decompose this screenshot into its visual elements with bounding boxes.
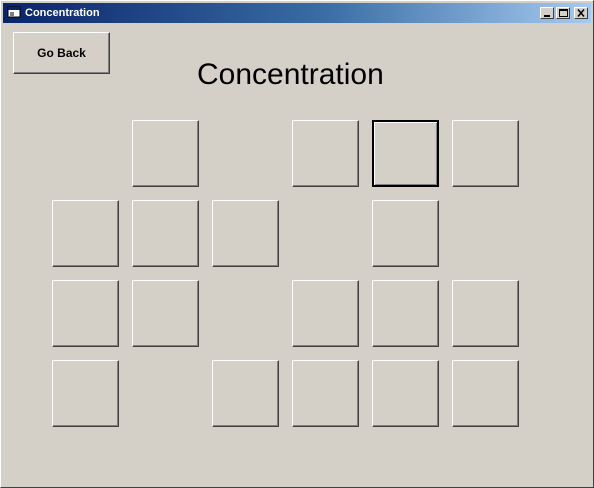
card-r3-c5[interactable] [372, 280, 439, 347]
card-r3-c2[interactable] [132, 280, 199, 347]
card-r3-c4[interactable] [292, 280, 359, 347]
card-r4-c6[interactable] [452, 360, 519, 427]
card-r4-c3[interactable] [212, 360, 279, 427]
card-r1-c2[interactable] [132, 120, 199, 187]
card-r2-c2[interactable] [132, 200, 199, 267]
card-r3-c6[interactable] [452, 280, 519, 347]
card-r4-c1[interactable] [52, 360, 119, 427]
card-r4-c4[interactable] [292, 360, 359, 427]
app-window: Concentration Go Back Concentration [0, 0, 594, 488]
card-r2-c1[interactable] [52, 200, 119, 267]
window-title: Concentration [25, 7, 100, 19]
app-window-icon [7, 6, 21, 19]
close-icon [577, 8, 585, 18]
go-back-button[interactable]: Go Back [13, 32, 110, 74]
close-button[interactable] [574, 7, 588, 19]
card-r1-c5[interactable] [372, 120, 439, 187]
card-r3-c1[interactable] [52, 280, 119, 347]
maximize-button[interactable] [556, 7, 570, 19]
maximize-icon [559, 9, 568, 17]
card-r1-c4[interactable] [292, 120, 359, 187]
card-r4-c5[interactable] [372, 360, 439, 427]
card-r1-c6[interactable] [452, 120, 519, 187]
minimize-icon [544, 15, 550, 17]
minimize-button[interactable] [540, 7, 554, 19]
card-r2-c3[interactable] [212, 200, 279, 267]
card-r2-c5[interactable] [372, 200, 439, 267]
title-bar[interactable]: Concentration [3, 3, 591, 23]
page-title: Concentration [197, 58, 384, 91]
